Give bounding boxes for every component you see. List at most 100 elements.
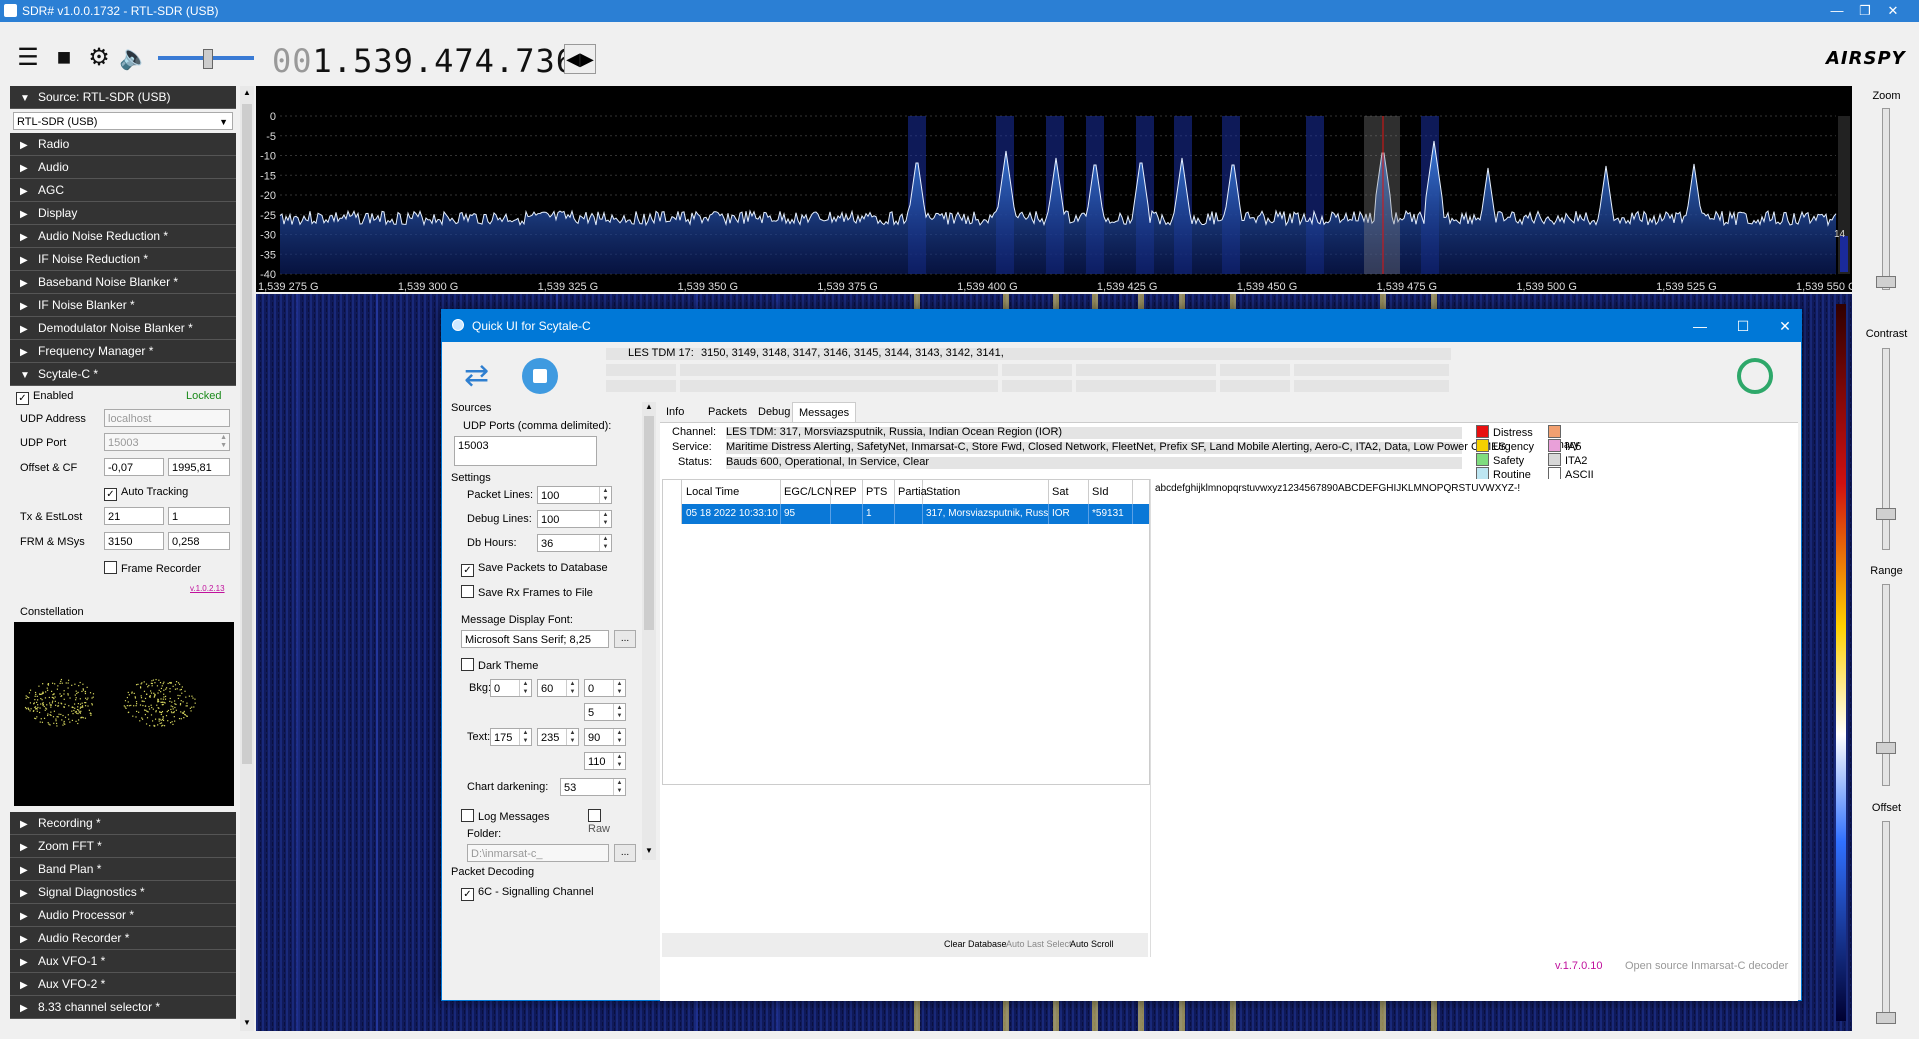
spinner-arrows-icon[interactable]: ▲ ▼ [613,680,625,696]
auto-tracking-checkbox[interactable]: ✓ Auto Tracking [104,486,188,501]
panel-item-if-noise-reduction[interactable]: ▶ IF Noise Reduction * [10,248,236,271]
tune-arrows-icon[interactable]: ◀▶ [564,44,596,74]
bkg-a-input[interactable]: 5 ▲ ▼ [584,703,626,721]
panel-item-if-noise-blanker[interactable]: ▶ IF Noise Blanker * [10,294,236,317]
bkg-g-input[interactable]: 60 ▲ ▼ [537,679,579,697]
panel-item-demodulator-noise-blanker[interactable]: ▶ Demodulator Noise Blanker * [10,317,236,340]
msys-input[interactable]: 0,258 [168,532,230,550]
panel-item-audio[interactable]: ▶ Audio [10,156,236,179]
spinner-arrows-icon[interactable]: ▲ ▼ [599,535,611,551]
spinner-arrows-icon[interactable]: ▲ ▼ [613,779,625,795]
chart-darkening-input[interactable]: 53 ▲ ▼ [560,778,626,796]
debug-lines-input[interactable]: 100 ▲ ▼ [537,510,612,528]
save-rx-checkbox[interactable]: Save Rx Frames to File [461,585,593,599]
column-header-sat[interactable]: Sat [1049,480,1089,504]
auto-last-select-toggle[interactable]: Auto Last Select [1006,939,1072,949]
panel-item-audio-noise-reduction[interactable]: ▶ Audio Noise Reduction * [10,225,236,248]
gear-icon[interactable]: ⚙ [83,42,115,74]
column-header-rep[interactable]: REP [831,480,863,504]
column-header-station[interactable]: Station [923,480,1049,504]
minimize-button[interactable]: — [1825,1,1849,21]
offset-slider-thumb[interactable] [1876,1012,1896,1024]
panel-item-agc[interactable]: ▶ AGC [10,179,236,202]
frm-input[interactable]: 3150 [104,532,164,550]
offset-slider[interactable] [1882,821,1890,1023]
settings-scroll-thumb[interactable] [644,416,654,630]
panel-item-band-plan[interactable]: ▶ Band Plan * [10,858,236,881]
tx-input[interactable]: 21 [104,507,164,525]
db-hours-input[interactable]: 36 ▲ ▼ [537,534,612,552]
panel-item-aux-vfo-2[interactable]: ▶ Aux VFO-2 * [10,973,236,996]
panel-item-baseband-noise-blanker[interactable]: ▶ Baseband Noise Blanker * [10,271,236,294]
contrast-slider-thumb[interactable] [1876,508,1896,520]
left-panel-scrollbar[interactable]: ▲ ▼ [240,86,254,1031]
packet-lines-input[interactable]: 100 ▲ ▼ [537,486,612,504]
table-row[interactable]: 05 18 2022 10:33:10 95 1 317, Morsviazsputn… [663,504,1149,524]
panel-item-recording[interactable]: ▶ Recording * [10,812,236,835]
panel-item-aux-vfo-1[interactable]: ▶ Aux VFO-1 * [10,950,236,973]
panel-item-frequency-manager[interactable]: ▶ Frequency Manager * [10,340,236,363]
spinner-arrows-icon[interactable]: ▲ ▼ [599,487,611,503]
panel-item-signal-diagnostics[interactable]: ▶ Signal Diagnostics * [10,881,236,904]
panel-item-display[interactable]: ▶ Display [10,202,236,225]
spinner-arrows-icon[interactable]: ▲ ▼ [566,680,578,696]
spinner-arrows-icon[interactable]: ▲ ▼ [613,704,625,720]
scroll-down-icon[interactable]: ▼ [645,846,653,855]
spinner-arrows-icon[interactable]: ▲ ▼ [519,680,531,696]
spinner-arrows-icon[interactable]: ▲ ▼ [613,753,625,769]
range-slider[interactable] [1882,584,1890,786]
log-messages-checkbox[interactable]: Log Messages [461,809,550,823]
row-selector[interactable] [663,504,682,524]
clear-database-button[interactable]: Clear Database [944,939,1007,949]
scroll-up-icon[interactable]: ▲ [243,88,251,97]
dialog-close-button[interactable]: ✕ [1770,315,1800,337]
text-b-input[interactable]: 90 ▲ ▼ [584,728,626,746]
panel-item-8-33-channel-selector[interactable]: ▶ 8.33 channel selector * [10,996,236,1019]
column-header-partia[interactable]: Partia [895,480,927,504]
spinner-arrows-icon[interactable]: ▲ ▼ [566,729,578,745]
volume-slider-thumb[interactable] [203,49,213,69]
panel-item-radio[interactable]: ▶ Radio [10,133,236,156]
settings-scrollbar[interactable]: ▲ ▼ [642,402,656,860]
source-select[interactable]: RTL-SDR (USB) ▼ [13,112,233,130]
scytale-header[interactable]: ▼ Scytale-C * [10,363,236,386]
text-r-input[interactable]: 175 ▲ ▼ [490,728,532,746]
spinner-arrows-icon[interactable]: ▲ ▼ [613,729,625,745]
zoom-slider-thumb[interactable] [1876,276,1896,288]
signalling-checkbox[interactable]: ✓ 6C - Signalling Channel [461,886,594,901]
dialog-minimize-button[interactable]: — [1685,315,1715,337]
source-header[interactable]: ▼ Source: RTL-SDR (USB) [10,86,236,109]
udp-port-input[interactable]: 15003 ▲ ▼ [104,433,230,451]
udp-address-input[interactable]: localhost [104,409,230,427]
spectrum-analyzer[interactable]: 0 -5 -10 -15 -20 -25 -30 -35 -40 1,539 275 G 1,539… [256,86,1857,293]
estlost-input[interactable]: 1 [168,507,230,525]
folder-input[interactable]: D:\inmarsat-c_ [467,844,609,862]
enabled-checkbox[interactable]: ✓ Enabled [16,390,73,405]
text-g-input[interactable]: 235 ▲ ▼ [537,728,579,746]
offset-input[interactable]: -0,07 [104,458,164,476]
font-browse-button[interactable]: ... [614,630,636,648]
left-panel-scroll-thumb[interactable] [242,104,252,764]
spinner-arrows-icon[interactable]: ▲ ▼ [599,511,611,527]
panel-item-audio-recorder[interactable]: ▶ Audio Recorder * [10,927,236,950]
scroll-up-icon[interactable]: ▲ [645,402,653,411]
close-button[interactable]: ✕ [1881,1,1905,21]
panel-item-zoom-fft[interactable]: ▶ Zoom FFT * [10,835,236,858]
stop-decoder-icon[interactable] [522,358,558,394]
save-packets-checkbox[interactable]: ✓ Save Packets to Database [461,562,608,577]
cf-input[interactable]: 1995,81 [168,458,230,476]
volume-slider[interactable] [158,49,254,69]
speaker-icon[interactable]: 🔈 [118,42,150,74]
frequency-display[interactable]: 001.539.474.736 [272,42,576,80]
frame-recorder-checkbox[interactable]: Frame Recorder [104,561,201,575]
dialog-maximize-button[interactable]: ☐ [1728,315,1758,337]
column-header-pts[interactable]: PTS [863,480,895,504]
stop-icon[interactable]: ■ [48,42,80,74]
dark-theme-checkbox[interactable]: Dark Theme [461,658,538,672]
text-a-input[interactable]: 110 ▲ ▼ [584,752,626,770]
tab-debug[interactable]: Debug [752,402,796,422]
scroll-down-icon[interactable]: ▼ [243,1018,251,1027]
column-header-local-time[interactable]: Local Time [683,480,781,504]
tab-info[interactable]: Info [660,402,690,422]
range-slider-thumb[interactable] [1876,742,1896,754]
